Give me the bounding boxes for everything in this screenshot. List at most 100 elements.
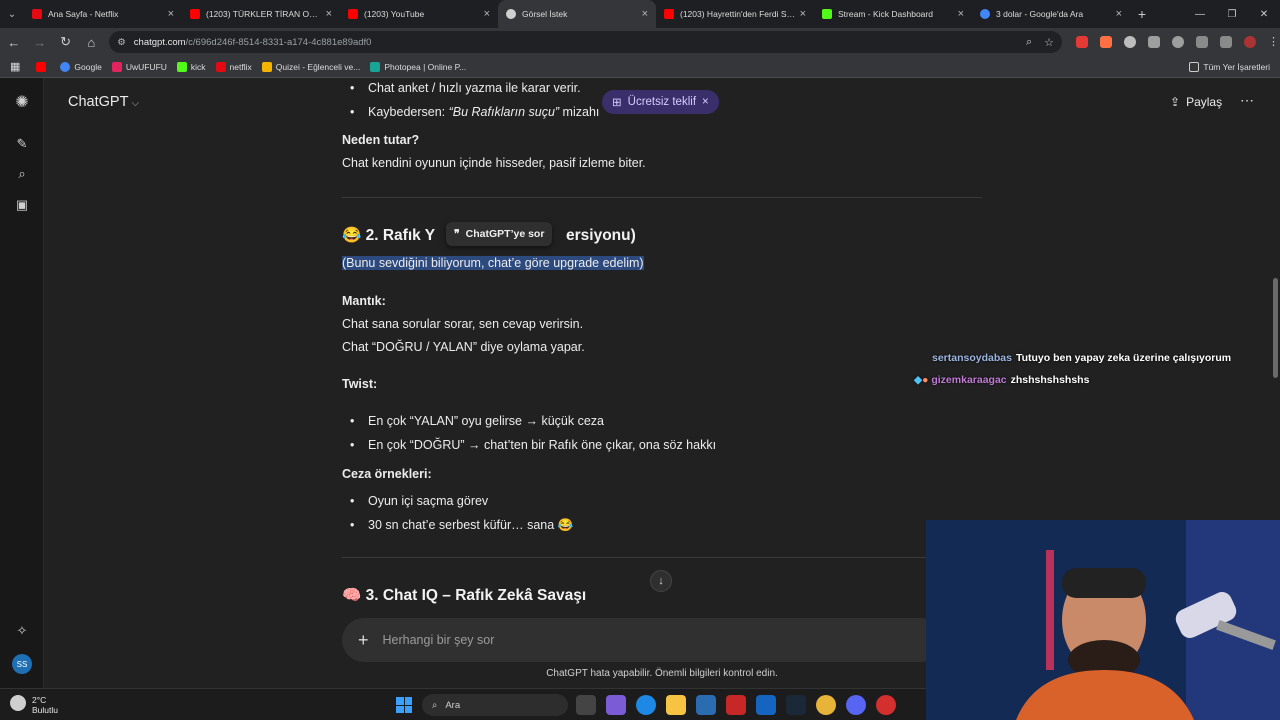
media-control-icon[interactable] [1219, 36, 1232, 48]
forward-arrow-icon[interactable]: → [28, 30, 52, 54]
close-icon[interactable]: × [702, 96, 709, 108]
bookmark-uwufufu[interactable]: UwUFUFU [111, 61, 167, 72]
browser-tab[interactable]: Stream - Kick Dashboard × [814, 0, 972, 28]
extensions-area: ⋮ [1075, 36, 1280, 48]
taskbar-apps [576, 695, 896, 715]
google-favicon-icon [980, 9, 990, 19]
close-tab-icon[interactable]: × [800, 8, 806, 20]
extension-icon[interactable] [1099, 36, 1112, 48]
scroll-down-arrow-icon[interactable]: ↓ [650, 570, 672, 592]
tab-title: (1203) TÜRKLER TİRAN OLUYOR [206, 9, 322, 19]
address-bar[interactable]: ⚙ chatgpt.com/c/696d246f-8514-8331-a174-… [109, 31, 1062, 53]
list-item: 30 sn chat’e serbest küfür… sana 😂 [342, 514, 982, 538]
outlook-icon[interactable] [756, 695, 776, 715]
bookmark-quizei[interactable]: Quizei - Eğlenceli ve... [261, 61, 360, 72]
extension-icon[interactable] [1171, 36, 1184, 48]
browser-tab[interactable]: 3 dolar - Google'da Ara × [972, 0, 1130, 28]
close-tab-icon[interactable]: × [958, 8, 964, 20]
chatgpt-favicon-icon [506, 9, 516, 19]
copilot-icon[interactable] [606, 695, 626, 715]
extension-icon[interactable] [1075, 36, 1088, 48]
url-host: chatgpt.com [133, 36, 186, 48]
apps-grid-icon[interactable]: ▦ [10, 60, 20, 73]
app-icon[interactable] [726, 695, 746, 715]
chatgpt-sidebar-rail: ✺ ✎ ⌕ ▣ ✧ SS [0, 78, 44, 688]
shield-icon[interactable] [1147, 36, 1160, 48]
store-icon[interactable] [696, 695, 716, 715]
free-offer-button[interactable]: ⊞ Ücretsiz teklif × [602, 90, 719, 114]
browser-tab-bar: ⌄ Ana Sayfa - Netflix × (1203) TÜRKLER Tİ… [0, 0, 1280, 28]
kebab-menu-icon[interactable]: ⋮ [1268, 36, 1280, 48]
weather-widget[interactable]: 2°C Bulutlu [10, 695, 58, 715]
task-view-icon[interactable] [576, 695, 596, 715]
bookmark-photopea[interactable]: Photopea | Online P... [370, 61, 466, 72]
close-window-icon[interactable]: ✕ [1248, 9, 1280, 20]
stream-chat-message: sertansoydabas Tutuyo ben yapay zeka üzer… [932, 352, 1231, 364]
extension-icon[interactable] [1123, 36, 1136, 48]
library-icon[interactable]: ▣ [12, 195, 32, 215]
back-arrow-icon[interactable]: ← [2, 30, 26, 54]
edge-icon[interactable] [636, 695, 656, 715]
minimize-icon[interactable]: — [1184, 9, 1216, 20]
zoom-icon[interactable]: ⌕ [1026, 36, 1032, 49]
bookmark-youtube[interactable] [36, 61, 50, 72]
browser-tab[interactable]: (1203) TÜRKLER TİRAN OLUYOR × [182, 0, 340, 28]
puzzle-icon[interactable] [1195, 36, 1208, 48]
browser-tab[interactable]: Ana Sayfa - Netflix × [24, 0, 182, 28]
ask-chatgpt-tooltip[interactable]: ❞ ChatGPT’ye sor [446, 222, 553, 246]
share-button[interactable]: ⇪ Paylaş [1170, 95, 1222, 109]
youtube-favicon-icon [190, 9, 200, 19]
divider [342, 557, 982, 558]
steam-icon[interactable] [786, 695, 806, 715]
chat-username: sertansoydabas [932, 352, 1012, 364]
tab-search-menu-icon[interactable]: ⌄ [0, 0, 24, 28]
bookmark-google[interactable]: Google [60, 61, 102, 72]
new-tab-plus-icon[interactable]: + [1130, 6, 1154, 22]
app-icon[interactable] [876, 695, 896, 715]
message-composer[interactable]: + Herhangi bir şey sor [342, 618, 942, 662]
bookmark-star-icon[interactable]: ☆ [1044, 36, 1054, 49]
youtube-icon [36, 61, 47, 72]
plus-icon[interactable]: + [358, 630, 369, 651]
section-heading: Ceza örnekleri: [342, 467, 432, 481]
selected-text[interactable]: (Bunu sevdiğini biliyorum, chat’e göre u… [342, 252, 982, 276]
google-icon [60, 61, 71, 72]
close-tab-icon[interactable]: × [1116, 8, 1122, 20]
all-bookmarks[interactable]: Tüm Yer İşaretleri [1189, 61, 1270, 72]
section-heading: Mantık: [342, 294, 386, 308]
user-avatar[interactable]: SS [12, 654, 32, 674]
restore-icon[interactable]: ❐ [1216, 9, 1248, 20]
model-selector[interactable]: ChatGPT ⌵ [68, 94, 139, 110]
tab-title: Ana Sayfa - Netflix [48, 9, 119, 19]
close-tab-icon[interactable]: × [168, 8, 174, 20]
bookmark-netflix[interactable]: netflix [215, 61, 252, 72]
reload-icon[interactable]: ↻ [54, 30, 78, 54]
new-chat-icon[interactable]: ✎ [12, 134, 32, 154]
streamer-webcam-image [926, 520, 1280, 720]
openai-logo-icon[interactable]: ✺ [12, 92, 32, 112]
youtube-favicon-icon [348, 9, 358, 19]
close-tab-icon[interactable]: × [484, 8, 490, 20]
more-options-icon[interactable]: ⋯ [1240, 92, 1254, 109]
chat-message: zhshshshshshs [1010, 374, 1090, 386]
bookmark-kick[interactable]: kick [176, 61, 206, 72]
paragraph: Chat “DOĞRU / YALAN” diye oylama yapar. [342, 340, 585, 354]
chevron-down-icon: ⌵ [131, 98, 140, 109]
close-tab-icon[interactable]: × [642, 8, 648, 20]
search-icon[interactable]: ⌕ [12, 164, 32, 184]
browser-tab[interactable]: (1203) Hayrettin'den Ferdi Süre × [656, 0, 814, 28]
chrome-icon[interactable] [816, 695, 836, 715]
discord-icon[interactable] [846, 695, 866, 715]
home-icon[interactable]: ⌂ [79, 30, 103, 54]
sparkle-icon[interactable]: ✧ [12, 621, 32, 641]
site-info-icon[interactable]: ⚙ [117, 37, 126, 48]
close-tab-icon[interactable]: × [326, 8, 332, 20]
file-explorer-icon[interactable] [666, 695, 686, 715]
browser-tab[interactable]: (1203) YouTube × [340, 0, 498, 28]
taskbar-search[interactable]: ⌕ Ara [422, 694, 568, 716]
windows-start-icon[interactable] [396, 697, 412, 713]
profile-avatar-icon[interactable] [1243, 36, 1256, 48]
browser-tab-active[interactable]: Görsel İstek × [498, 0, 656, 28]
paragraph: Chat sana sorular sorar, sen cevap verir… [342, 317, 584, 331]
scrollbar-thumb[interactable] [1273, 278, 1278, 378]
